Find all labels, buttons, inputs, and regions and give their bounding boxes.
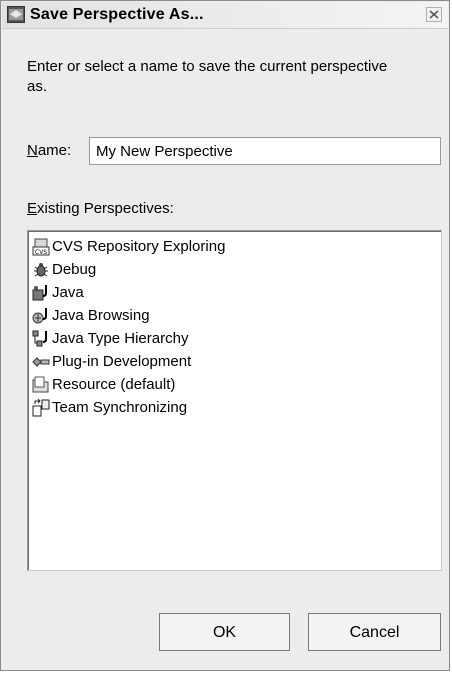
list-item-label: Java (52, 284, 84, 301)
window-title: Save Perspective As... (30, 6, 204, 23)
close-icon[interactable] (426, 7, 442, 22)
title-bar[interactable]: Save Perspective As... (2, 2, 448, 29)
list-item-label: CVS Repository Exploring (52, 238, 226, 255)
list-item-label: Java Browsing (52, 307, 150, 324)
list-item-label: Resource (default) (52, 376, 176, 393)
dialog-description: Enter or select a name to save the curre… (27, 58, 388, 95)
existing-perspectives-label: Existing Perspectives: (27, 200, 174, 217)
resource-folder-icon (32, 376, 50, 394)
list-item-label: Team Synchronizing (52, 399, 188, 416)
list-item[interactable]: Team Synchronizing (32, 396, 432, 419)
list-item[interactable]: Debug (32, 258, 432, 281)
list-item[interactable]: CVS CVS Repository Exploring (32, 235, 432, 258)
team-sync-icon (32, 398, 50, 417)
java-perspective-icon (32, 284, 50, 302)
svg-text:CVS: CVS (35, 249, 47, 256)
plugin-icon (32, 353, 50, 371)
type-hierarchy-icon (32, 330, 50, 348)
debug-bug-icon (32, 261, 50, 279)
list-item[interactable]: Java Browsing (32, 304, 432, 327)
cvs-repository-icon: CVS (32, 238, 50, 256)
cancel-button[interactable]: Cancel (308, 613, 441, 651)
list-item[interactable]: Plug-in Development (32, 350, 432, 373)
list-item[interactable]: Resource (default) (32, 373, 432, 396)
list-item[interactable]: Java (32, 281, 432, 304)
perspectives-list[interactable]: CVS CVS Repository Exploring Debug Java … (27, 230, 442, 571)
eclipse-window-icon (7, 6, 25, 23)
list-item-label: Java Type Hierarchy (52, 330, 189, 347)
ok-button[interactable]: OK (159, 613, 290, 651)
list-item-label: Plug-in Development (52, 353, 192, 370)
java-browsing-icon (32, 307, 50, 325)
save-perspective-dialog: Save Perspective As... Enter or select a… (0, 0, 450, 671)
name-label: Name: (27, 142, 72, 159)
name-input[interactable] (89, 137, 441, 165)
list-item-label: Debug (52, 261, 97, 278)
list-item[interactable]: Java Type Hierarchy (32, 327, 432, 350)
